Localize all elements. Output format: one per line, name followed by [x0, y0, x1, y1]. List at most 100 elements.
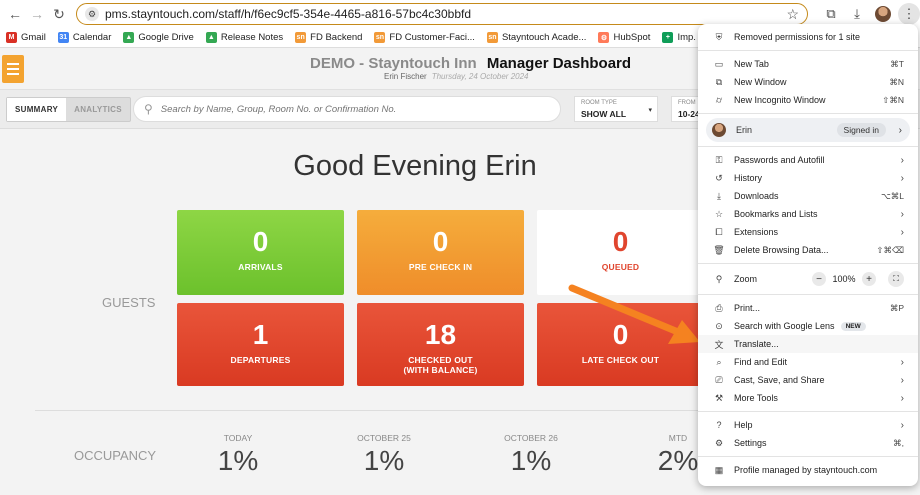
cast-icon: ⎚ — [715, 374, 723, 385]
chevron-right-icon: › — [900, 356, 904, 368]
occupancy-value: 1% — [510, 445, 552, 476]
menu-item-extensions[interactable]: ⧠ Extensions › — [698, 223, 918, 241]
chrome-main-menu: ⛨ Removed permissions for 1 site ▭ New Tab… — [698, 24, 918, 486]
tile-number: 0 — [612, 226, 629, 257]
address-bar[interactable]: ⚙ pms.stayntouch.com/staff/h/f6ec9cf5-35… — [76, 3, 808, 25]
menu-item-profile[interactable]: Erin Signed in › — [706, 118, 910, 142]
download-icon: ⤓ — [717, 190, 721, 201]
search-box[interactable]: ⚲ — [133, 96, 561, 122]
room-type-value: SHOW ALL — [581, 109, 627, 119]
profile-name: Erin — [736, 125, 753, 135]
bookmark-item[interactable]: sn Stayntouch Acade... — [486, 32, 587, 43]
bookmark-favicon-icon: M — [6, 32, 17, 43]
tile-label: QUEUED — [601, 262, 640, 272]
bookmark-item[interactable]: M Gmail — [6, 32, 46, 43]
menu-item-bookmarks[interactable]: ☆ Bookmarks and Lists › — [698, 205, 918, 223]
shortcut: ⇧⌘⌫ — [876, 244, 904, 255]
bookmark-item[interactable]: 31 Calendar — [57, 32, 111, 43]
menu-separator — [698, 146, 918, 147]
annotation-arrow-icon — [568, 284, 700, 344]
tile-label: LATE CHECK OUT — [581, 355, 660, 365]
menu-item-downloads[interactable]: ⤓ Downloads ⌥⌘L — [698, 187, 918, 205]
reload-icon[interactable]: ↻ — [48, 3, 70, 25]
guests-label: GUESTS — [102, 295, 156, 310]
chrome-menu-kebab-icon[interactable]: ⋮ — [898, 3, 920, 25]
bookmark-item[interactable]: ▲ Release Notes — [205, 32, 283, 43]
bookmark-label: Gmail — [21, 32, 46, 43]
section-divider — [35, 410, 725, 411]
bookmark-item[interactable]: ⚙ HubSpot — [598, 32, 650, 43]
bookmark-item[interactable]: sn FD Backend — [295, 32, 362, 43]
menu-item-find-and-edit[interactable]: ⌕ Find and Edit › — [698, 353, 918, 371]
back-arrow-icon[interactable]: ← — [4, 3, 26, 25]
menu-item-removed-permissions[interactable]: ⛨ Removed permissions for 1 site — [698, 28, 918, 46]
bookmark-favicon-icon: ▲ — [205, 32, 217, 43]
menu-item-help[interactable]: ? Help › — [698, 416, 918, 434]
bookmark-star-icon[interactable]: ☆ — [786, 6, 799, 23]
menu-item-cast-save-share[interactable]: ⎚ Cast, Save, and Share › — [698, 371, 918, 389]
tile-departures[interactable]: 1 DEPARTURES — [177, 303, 344, 386]
fullscreen-button[interactable]: ⛶ — [888, 271, 904, 287]
translate-icon: 文 — [714, 339, 724, 350]
menu-item-incognito[interactable]: ⌭ New Incognito Window ⇧⌘N — [698, 91, 918, 109]
bookmark-label: HubSpot — [613, 32, 651, 43]
tile-label: CHECKED OUT (WITH BALANCE) — [403, 355, 478, 375]
page-title: DEMO - Stayntouch Inn Manager Dashboard — [310, 55, 631, 72]
occupancy-oct-25: OCTOBER 25 1% — [324, 433, 444, 477]
url-text: pms.stayntouch.com/staff/h/f6ec9cf5-354e… — [105, 7, 472, 21]
menu-item-new-window[interactable]: ⧉ New Window ⌘N — [698, 73, 918, 91]
menu-item-settings[interactable]: ⚙ Settings ⌘, — [698, 434, 918, 452]
magnifier-icon: ⚲ — [715, 273, 723, 284]
avatar — [712, 123, 726, 137]
menu-item-print[interactable]: ⎙ Print... ⌘P — [698, 299, 918, 317]
menu-item-new-tab[interactable]: ▭ New Tab ⌘T — [698, 55, 918, 73]
new-badge: NEW — [840, 321, 866, 331]
zoom-in-button[interactable]: + — [862, 272, 876, 286]
signed-in-badge: Signed in — [836, 123, 886, 137]
room-type-select[interactable]: ROOM TYPE SHOW ALL ▾ — [574, 96, 658, 122]
search-input[interactable] — [160, 103, 541, 115]
incognito-icon: ⌭ — [715, 94, 723, 105]
menu-separator — [698, 456, 918, 457]
chevron-right-icon: › — [900, 392, 904, 404]
bookmark-favicon-icon: sn — [374, 32, 386, 43]
menu-item-passwords[interactable]: ⚿ Passwords and Autofill › — [698, 151, 918, 169]
bookmark-favicon-icon: 31 — [57, 32, 69, 43]
extensions-puzzle-icon[interactable]: ⧉ — [820, 3, 842, 25]
shortcut: ⌘P — [889, 302, 904, 313]
downloads-icon[interactable]: ⤓ — [846, 3, 868, 25]
chevron-right-icon: › — [898, 124, 902, 136]
occupancy-label: OCCUPANCY — [74, 448, 157, 463]
chevron-right-icon: › — [900, 208, 904, 220]
tab-summary[interactable]: SUMMARY — [7, 98, 67, 121]
view-tabs: SUMMARY ANALYTICS — [6, 97, 131, 122]
forward-arrow-icon[interactable]: → — [26, 3, 48, 25]
chevron-right-icon: › — [900, 374, 904, 386]
menu-item-managed-profile[interactable]: ▦ Profile managed by stayntouch.com — [698, 461, 918, 479]
menu-item-more-tools[interactable]: ⚒ More Tools › — [698, 389, 918, 407]
site-info-icon[interactable]: ⚙ — [85, 7, 99, 21]
occupancy-value: 1% — [363, 445, 405, 476]
menu-item-google-lens[interactable]: ⊙ Search with Google Lens NEW — [698, 317, 918, 335]
zoom-out-button[interactable]: − — [812, 272, 826, 286]
tile-pre-check-in[interactable]: 0 PRE CHECK IN — [357, 210, 524, 295]
bookmark-item[interactable]: sn FD Customer-Faci... — [374, 32, 475, 43]
user-date-line: Erin Fischer Thursday, 24 October 2024 — [384, 72, 528, 81]
hamburger-menu-icon[interactable] — [2, 55, 24, 83]
puzzle-icon: ⧠ — [715, 226, 723, 237]
menu-item-delete-browsing-data[interactable]: 🗑 Delete Browsing Data... ⇧⌘⌫ — [698, 241, 918, 259]
menu-item-history[interactable]: ↺ History › — [698, 169, 918, 187]
tile-arrivals[interactable]: 0 ARRIVALS — [177, 210, 344, 295]
help-icon: ? — [716, 420, 722, 430]
printer-icon: ⎙ — [715, 302, 723, 313]
tab-analytics[interactable]: ANALYTICS — [66, 98, 130, 121]
bookmark-item[interactable]: ▲ Google Drive — [123, 32, 194, 43]
search-icon: ⚲ — [144, 102, 153, 116]
profile-avatar[interactable] — [872, 3, 894, 25]
shortcut: ⌥⌘L — [880, 190, 904, 201]
history-icon: ↺ — [715, 172, 723, 183]
menu-item-translate[interactable]: 文 Translate... — [698, 335, 918, 353]
bookmark-label: Stayntouch Acade... — [501, 32, 587, 43]
tile-checked-out-with-balance[interactable]: 18 CHECKED OUT (WITH BALANCE) — [357, 303, 524, 386]
menu-item-zoom: ⚲ Zoom − 100% + ⛶ — [698, 268, 918, 290]
